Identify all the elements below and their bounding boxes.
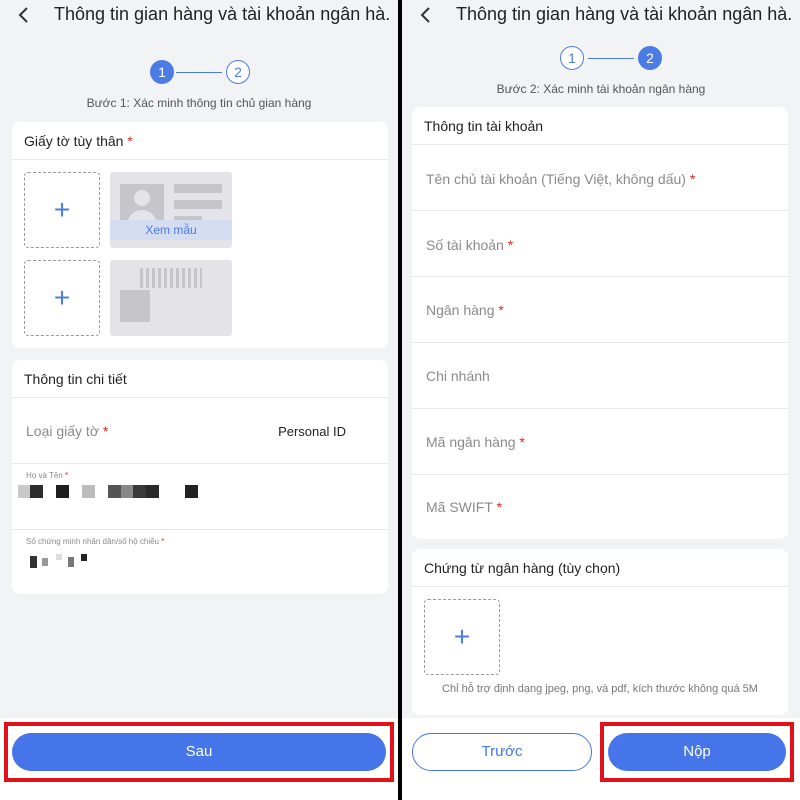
top-bar: Thông tin gian hàng và tài khoản ngân hà… <box>0 0 398 30</box>
back-button[interactable]: Trước <box>412 733 592 771</box>
step-indicator: 1 2 <box>0 60 398 86</box>
plus-icon: + <box>453 621 471 652</box>
step-2-circle: 2 <box>638 46 662 70</box>
step-1-circle: 1 <box>150 60 174 84</box>
view-sample-link[interactable]: Xem mẫu <box>110 220 232 240</box>
bank-documents-header: Chứng từ ngân hàng (tùy chọn) <box>412 549 788 587</box>
back-chevron-icon[interactable] <box>14 5 34 25</box>
account-info-header: Thông tin tài khoản <box>412 107 788 145</box>
branch-input[interactable]: Chi nhánh <box>412 343 788 409</box>
details-header: Thông tin chi tiết <box>12 360 388 398</box>
details-card: Thông tin chi tiết Loại giấy tờ * Person… <box>12 360 388 594</box>
top-bar: Thông tin gian hàng và tài khoản ngân hà… <box>402 0 800 30</box>
id-document-header: Giấy tờ tùy thân * <box>12 122 388 160</box>
page-title: Thông tin gian hàng và tài khoản ngân hà… <box>54 4 390 24</box>
highlight-box <box>4 722 394 782</box>
doc-type-field[interactable]: Loại giấy tờ * Personal ID <box>12 398 388 464</box>
id-number-field[interactable]: Số chứng minh nhân dân/số hộ chiếu * <box>12 530 388 594</box>
bank-documents-card: Chứng từ ngân hàng (tùy chọn) + Chỉ hỗ t… <box>412 549 788 715</box>
highlight-box <box>600 722 794 782</box>
required-mark: * <box>127 133 133 149</box>
step-indicator: 1 2 <box>402 46 800 72</box>
step-caption: Bước 2: Xác minh tài khoản ngân hàng <box>496 82 706 96</box>
step-connector <box>176 72 222 73</box>
plus-icon: + <box>53 282 71 313</box>
step-2-circle: 2 <box>226 60 250 84</box>
page-title: Thông tin gian hàng và tài khoản ngân hà… <box>456 4 792 24</box>
left-screen: Thông tin gian hàng và tài khoản ngân hà… <box>0 0 398 800</box>
id-card-front-sample-icon: Xem mẫu <box>110 172 232 248</box>
account-holder-input[interactable]: Tên chủ tài khoản (Tiếng Việt, không dấu… <box>412 145 788 211</box>
id-document-card: Giấy tờ tùy thân * + Xem mẫu + <box>12 122 388 348</box>
bank-code-input[interactable]: Mã ngân hàng * <box>412 409 788 475</box>
step-connector <box>588 58 634 59</box>
back-chevron-icon[interactable] <box>416 5 436 25</box>
plus-icon: + <box>53 194 71 225</box>
bank-select[interactable]: Ngân hàng * <box>412 277 788 343</box>
doc-type-value: Personal ID <box>278 424 346 439</box>
swift-code-input[interactable]: Mã SWIFT * <box>412 475 788 539</box>
upload-front-button[interactable]: + <box>24 172 100 248</box>
upload-bank-document-button[interactable]: + <box>424 599 500 675</box>
file-format-hint: Chỉ hỗ trợ định dạng jpeg, png, và pdf, … <box>442 683 758 695</box>
upload-back-button[interactable]: + <box>24 260 100 336</box>
right-screen: Thông tin gian hàng và tài khoản ngân hà… <box>402 0 800 800</box>
step-caption: Bước 1: Xác minh thông tin chủ gian hàng <box>86 96 312 110</box>
account-number-input[interactable]: Số tài khoản * <box>412 211 788 277</box>
id-card-back-sample-icon <box>110 260 232 336</box>
full-name-field[interactable]: Họ và Tên * <box>12 464 388 530</box>
step-1-circle: 1 <box>560 46 584 70</box>
account-info-card: Thông tin tài khoản Tên chủ tài khoản (T… <box>412 107 788 539</box>
